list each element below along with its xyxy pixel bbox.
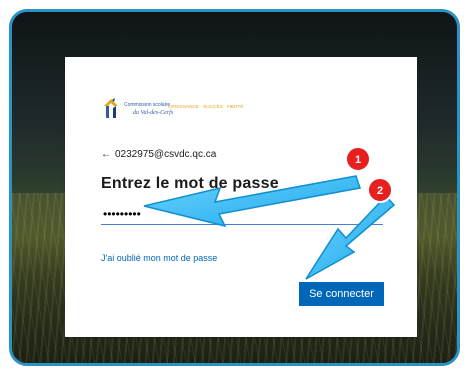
email-back-row[interactable]: ← 0232975@csvdc.qc.ca (101, 149, 216, 160)
email-label: 0232975@csvdc.qc.ca (115, 149, 217, 160)
org-line2: du Val-des-Cerfs (133, 109, 174, 116)
org-tagline: CROISSANCE · SUCCÈS · FIERTÉ (168, 103, 243, 109)
org-line1: Commission scolaire (124, 102, 170, 108)
page-title: Entrez le mot de passe (101, 175, 279, 192)
login-card: Commission scolaire du Val-des-Cerfs CRO… (65, 57, 417, 337)
screenshot-frame: Commission scolaire du Val-des-Cerfs CRO… (9, 9, 460, 366)
forgot-password-link[interactable]: J'ai oublié mon mot de passe (101, 253, 217, 263)
school-board-logo: Commission scolaire du Val-des-Cerfs CRO… (104, 98, 243, 118)
password-input[interactable] (101, 203, 383, 225)
sign-in-button[interactable]: Se connecter (299, 282, 384, 306)
back-arrow-icon[interactable]: ← (101, 149, 111, 160)
